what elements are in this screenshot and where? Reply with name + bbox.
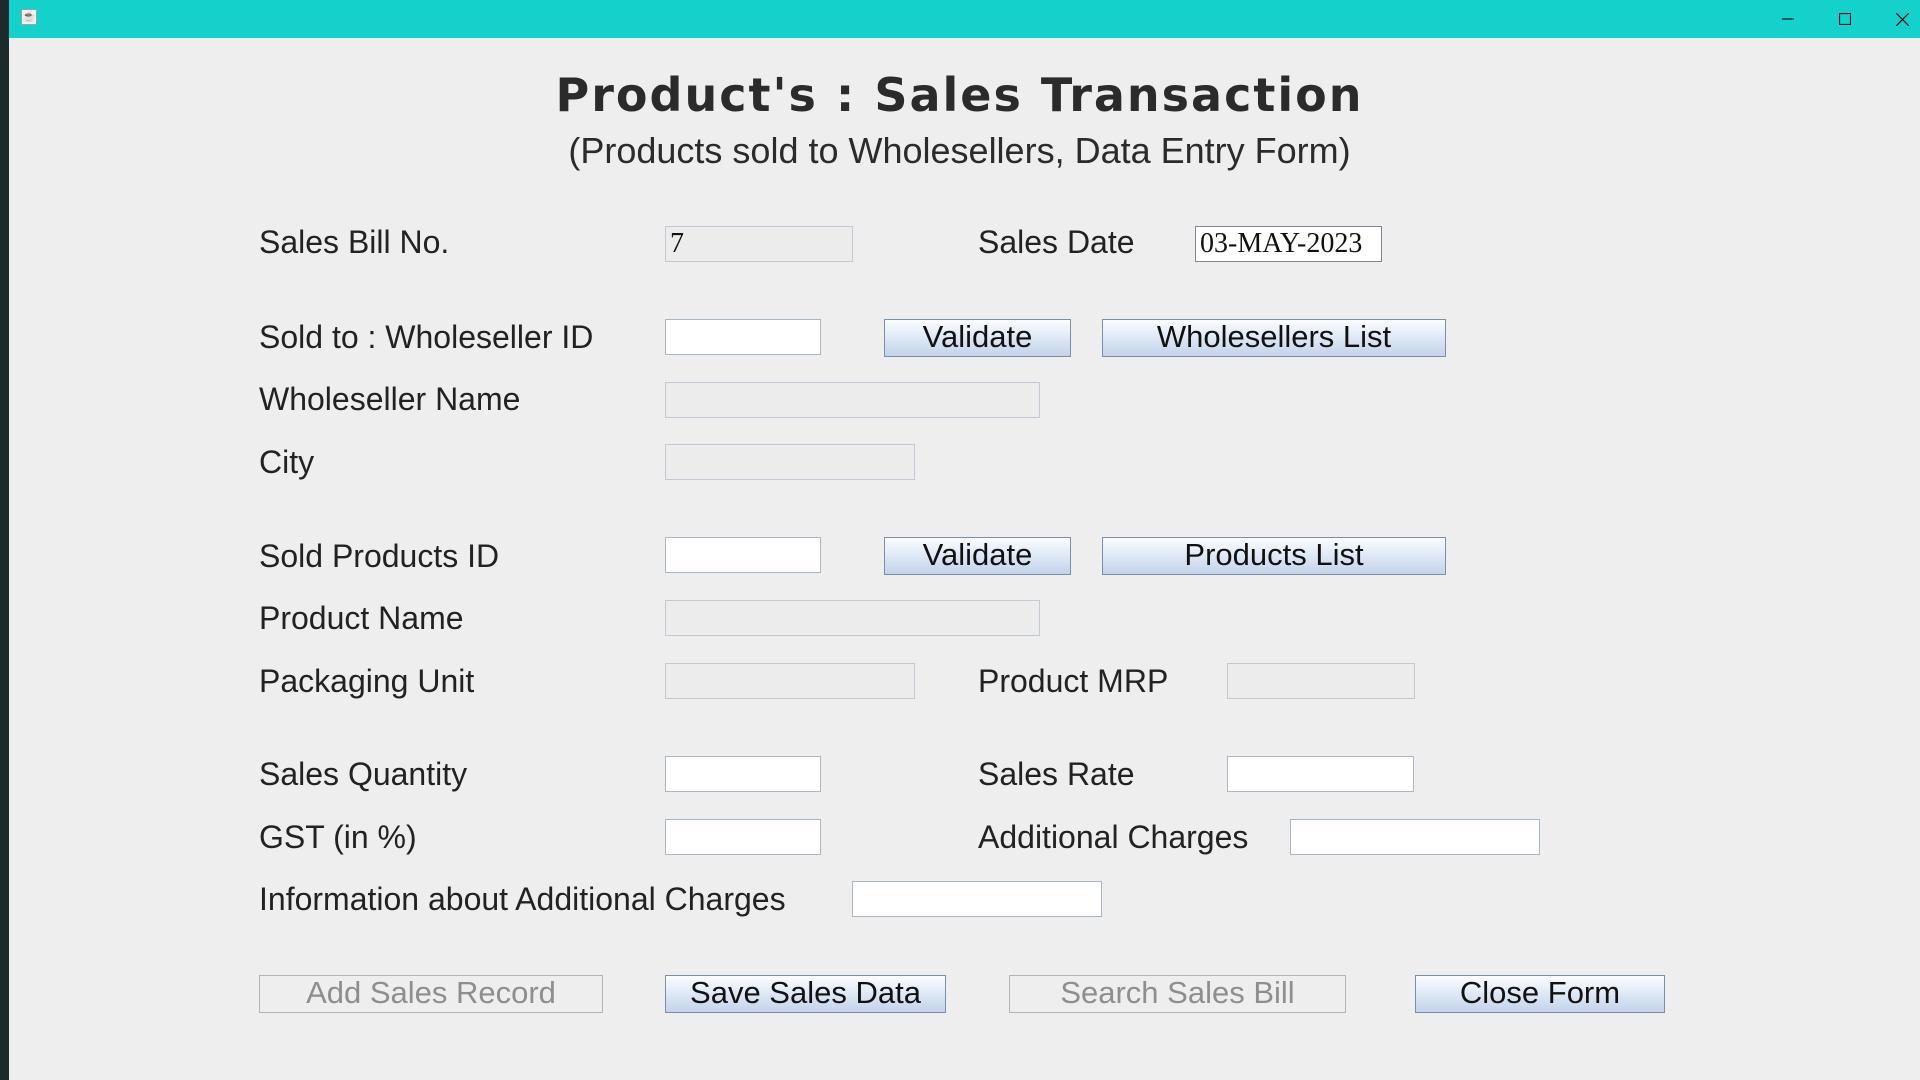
wholeseller-name-field[interactable] [665,382,1040,418]
desktop-edge [0,0,9,1080]
wholeseller-id-input[interactable] [665,319,821,355]
gst-input[interactable] [665,819,821,855]
packaging-unit-label: Packaging Unit [259,663,475,699]
form-panel: Product's : Sales Transaction (Products … [9,38,1920,1080]
sales-quantity-input[interactable] [665,756,821,792]
city-label: City [259,444,315,480]
add-sales-record-button[interactable]: Add Sales Record [259,975,603,1013]
close-icon[interactable] [1874,0,1920,38]
product-id-input[interactable] [665,537,821,573]
wholeseller-name-label: Wholeseller Name [259,381,521,417]
page-title: Product's : Sales Transaction [555,68,1364,122]
product-mrp-field[interactable] [1227,663,1415,699]
sales-date-label: Sales Date [978,224,1135,260]
sales-bill-no-field[interactable]: 7 [665,226,853,262]
sales-date-field[interactable]: 03-MAY-2023 [1195,226,1382,262]
products-list-button[interactable]: Products List [1102,537,1446,575]
packaging-unit-field[interactable] [665,663,915,699]
search-sales-bill-button[interactable]: Search Sales Bill [1009,975,1346,1013]
city-field[interactable] [665,444,915,480]
sales-rate-label: Sales Rate [978,756,1135,792]
page-subtitle: (Products sold to Wholesellers, Data Ent… [568,130,1351,171]
product-mrp-label: Product MRP [978,663,1169,699]
sales-rate-input[interactable] [1227,756,1414,792]
close-form-button[interactable]: Close Form [1415,975,1665,1013]
product-name-label: Product Name [259,600,464,636]
gst-label: GST (in %) [259,819,417,855]
java-app-icon: ☕ [21,9,37,25]
wholeseller-id-label: Sold to : Wholeseller ID [259,319,594,355]
additional-info-label: Information about Additional Charges [259,881,786,917]
additional-info-input[interactable] [852,881,1102,917]
product-name-field[interactable] [665,600,1040,636]
maximize-icon[interactable] [1817,0,1873,38]
sales-bill-no-label: Sales Bill No. [259,224,450,260]
minimize-icon[interactable] [1760,0,1816,38]
validate-product-button[interactable]: Validate [884,537,1071,575]
save-sales-data-button[interactable]: Save Sales Data [665,975,946,1013]
product-id-label: Sold Products ID [259,538,500,574]
wholesellers-list-button[interactable]: Wholesellers List [1102,319,1446,357]
additional-charges-input[interactable] [1290,819,1540,855]
additional-charges-label: Additional Charges [978,819,1249,855]
validate-wholeseller-button[interactable]: Validate [884,319,1071,357]
sales-quantity-label: Sales Quantity [259,756,468,792]
window-titlebar[interactable]: ☕ [9,0,1920,38]
